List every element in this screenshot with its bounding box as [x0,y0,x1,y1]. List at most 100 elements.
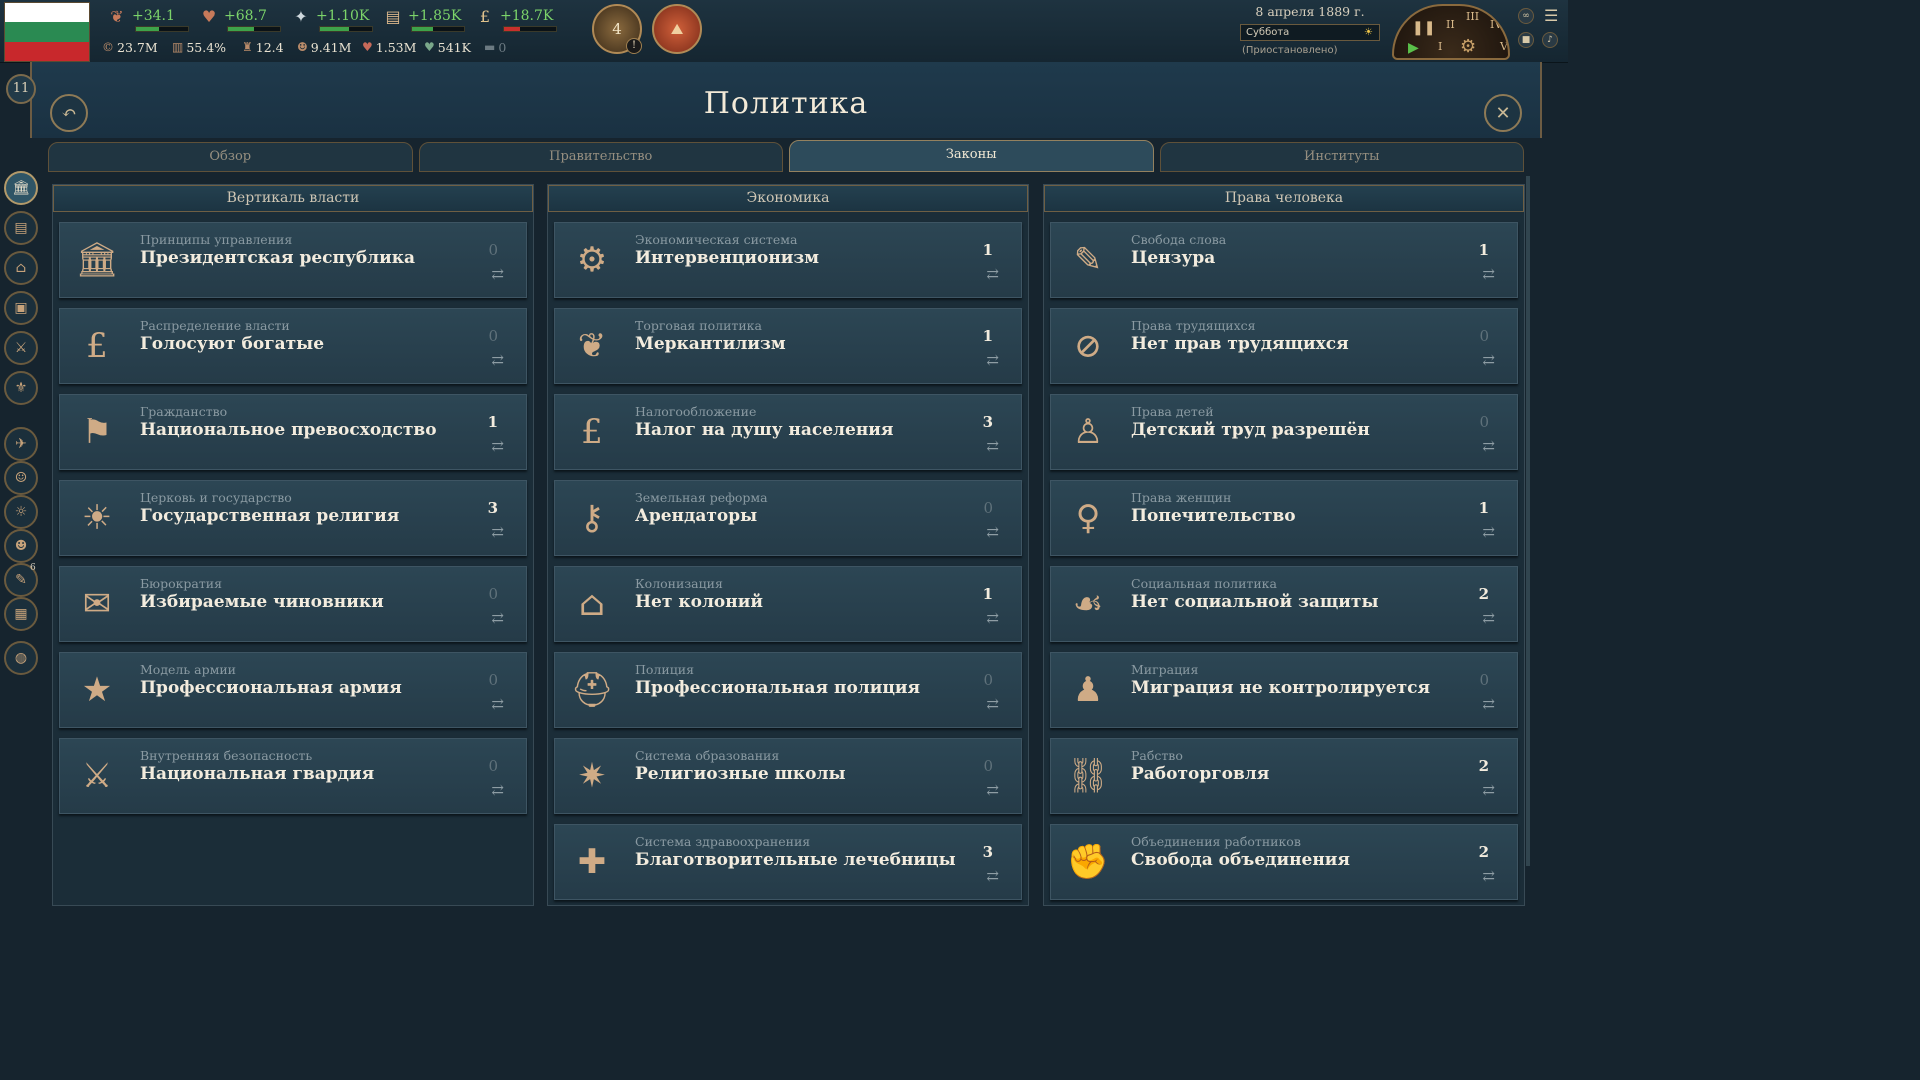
journal-medal[interactable]: 4 ! [592,4,642,54]
praying-hands-icon: ☙ [1072,584,1104,624]
law-card[interactable]: ♟ Миграция Миграция не контролируется 0 ⇄ [1050,652,1518,728]
law-card[interactable]: 🏛 Принципы управления Президентская респуб… [59,222,527,298]
date-panel[interactable]: 8 апреля 1889 г. Суббота ☀ (Приостановле… [1240,4,1380,56]
menu-icon[interactable]: ☰ [1544,6,1558,25]
law-card[interactable]: ♙ Права детей Детский труд разрешён 0 ⇄ [1050,394,1518,470]
record-icon[interactable]: ■ [1518,32,1534,48]
change-law-icon[interactable]: ⇄ [1482,867,1495,885]
law-card[interactable]: ☀ Церковь и государство Государственная ре… [59,480,527,556]
country-flag[interactable] [4,2,90,62]
change-law-icon[interactable]: ⇄ [1482,609,1495,627]
speed-3-button[interactable]: III [1466,10,1479,23]
map-medal[interactable]: ⛰ [652,4,702,54]
resource-money[interactable]: £ +18.7K [474,4,553,28]
change-law-icon[interactable]: ⇄ [1482,437,1495,455]
change-law-icon[interactable]: ⇄ [491,265,504,283]
speed-4-button[interactable]: IV [1490,18,1502,31]
law-support-count: 0 [1479,327,1489,345]
change-law-icon[interactable]: ⇄ [986,351,999,369]
law-card[interactable]: ★ Модель армии Профессиональная армия 0 ⇄ [59,652,527,728]
politics-icon[interactable]: 🏛 [4,171,38,205]
resource-bureaucracy[interactable]: ✦ +1.10K [290,4,369,28]
resource-influence[interactable]: ♥ +68.7 [198,4,267,28]
law-card[interactable]: ✚ Система здравоохранения Благотворительны… [554,824,1022,900]
change-law-icon[interactable]: ⇄ [491,695,504,713]
back-button[interactable]: ↶ [50,94,88,132]
law-card[interactable]: ⚙ Экономическая система Интервенционизм 1 ⇄ [554,222,1022,298]
pause-icon[interactable]: ❚❚ [1412,20,1435,36]
dove-icon[interactable]: ✈ [4,427,38,461]
speed-5-button[interactable]: V [1500,40,1508,53]
stat-incorporated[interactable]: ♥ 541K [424,38,471,56]
tab-government[interactable]: Правительство [418,142,783,172]
market-icon[interactable]: ▣ [4,291,38,325]
change-law-icon[interactable]: ⇄ [986,781,999,799]
stat-standard-of-living[interactable]: ♜ 12.4 [242,38,284,56]
law-category: Церковь и государство [140,490,292,505]
change-law-icon[interactable]: ⇄ [491,609,504,627]
change-law-icon[interactable]: ⇄ [986,609,999,627]
law-card[interactable]: ✎ Свобода слова Цензура 1 ⇄ [1050,222,1518,298]
law-card[interactable]: ☙ Социальная политика Нет социальной защит… [1050,566,1518,642]
stat-army[interactable]: ▬ 0 [484,38,506,56]
link-icon[interactable]: ∞ [1518,8,1534,24]
interest-groups-icon[interactable]: ☼ [4,495,38,529]
law-card[interactable]: ⛑ Полиция Профессиональная полиция 0 ⇄ [554,652,1022,728]
change-law-icon[interactable]: ⇄ [491,351,504,369]
tab-overview[interactable]: Обзор [48,142,413,172]
law-card[interactable]: ✷ Система образования Религиозные школы 0 ⇄ [554,738,1022,814]
change-law-icon[interactable]: ⇄ [1482,265,1495,283]
stat-gdp[interactable]: © 23.7M [102,38,158,56]
law-card[interactable]: ✊ Объединения работников Свобода объединен… [1050,824,1518,900]
law-card[interactable]: ⚑ Гражданство Национальное превосходство 1 ⇄ [59,394,527,470]
military-icon[interactable]: ⚔ [4,331,38,365]
change-law-icon[interactable]: ⇄ [1482,781,1495,799]
game-speed-wheel[interactable]: ❚❚ II III IV V I ▶ ⚙ [1392,4,1510,60]
change-law-icon[interactable]: ⇄ [986,867,999,885]
law-card[interactable]: ⊘ Права трудящихся Нет прав трудящихся 0 ⇄ [1050,308,1518,384]
law-card[interactable]: ♀ Права женщин Попечительство 1 ⇄ [1050,480,1518,556]
law-support-count: 1 [1478,241,1489,259]
law-card[interactable]: ⛓ Рабство Работорговля 2 ⇄ [1050,738,1518,814]
culture-icon[interactable]: ☻ [4,529,38,563]
scrollbar[interactable] [1526,176,1530,866]
change-law-icon[interactable]: ⇄ [491,523,504,541]
diplomacy-icon[interactable]: ⚜ [4,371,38,405]
change-law-icon[interactable]: ⇄ [986,437,999,455]
change-law-icon[interactable]: ⇄ [986,523,999,541]
speed-2-button[interactable]: II [1446,18,1455,31]
stat-literacy[interactable]: ▥ 55.4% [172,38,226,56]
country-rank-badge[interactable]: 11 [6,74,36,104]
tab-institutions[interactable]: Институты [1159,142,1524,172]
speed-1-button[interactable]: I [1438,40,1442,53]
law-card[interactable]: ⚷ Земельная реформа Арендаторы 0 ⇄ [554,480,1022,556]
change-law-icon[interactable]: ⇄ [986,695,999,713]
stat-population[interactable]: ☻ 9.41M [297,38,351,56]
change-law-icon[interactable]: ⇄ [986,265,999,283]
resource-production[interactable]: ▤ +1.85K [382,4,461,28]
population-icon[interactable]: ☺ [4,461,38,495]
play-icon[interactable]: ▶ [1408,40,1419,56]
globe-icon[interactable]: ◍ [4,641,38,675]
law-card[interactable]: ❦ Торговая политика Меркантилизм 1 ⇄ [554,308,1022,384]
key-hand-icon: ⚷ [579,498,605,538]
close-button[interactable]: ✕ [1484,94,1522,132]
law-card[interactable]: ⚔ Внутренняя безопасность Национальная гва… [59,738,527,814]
ledger-icon[interactable]: ▦ [4,597,38,631]
change-law-icon[interactable]: ⇄ [1482,523,1495,541]
influence-bar [227,26,281,32]
change-law-icon[interactable]: ⇄ [491,437,504,455]
change-law-icon[interactable]: ⇄ [1482,351,1495,369]
law-card[interactable]: ⌂ Колонизация Нет колоний 1 ⇄ [554,566,1022,642]
tab-laws[interactable]: Законы [789,140,1154,172]
budget-icon[interactable]: ▤ [4,211,38,245]
resource-authority[interactable]: ❦ +34.1 [106,4,175,28]
change-law-icon[interactable]: ⇄ [491,781,504,799]
music-icon[interactable]: ♪ [1542,32,1558,48]
law-card[interactable]: £ Налогообложение Налог на душу населения 3… [554,394,1022,470]
buildings-icon[interactable]: ⌂ [4,251,38,285]
law-card[interactable]: £ Распределение власти Голосуют богатые 0 ⇄ [59,308,527,384]
law-card[interactable]: ✉ Бюрократия Избираемые чиновники 0 ⇄ [59,566,527,642]
stat-workforce[interactable]: ♥ 1.53M [362,38,416,56]
change-law-icon[interactable]: ⇄ [1482,695,1495,713]
